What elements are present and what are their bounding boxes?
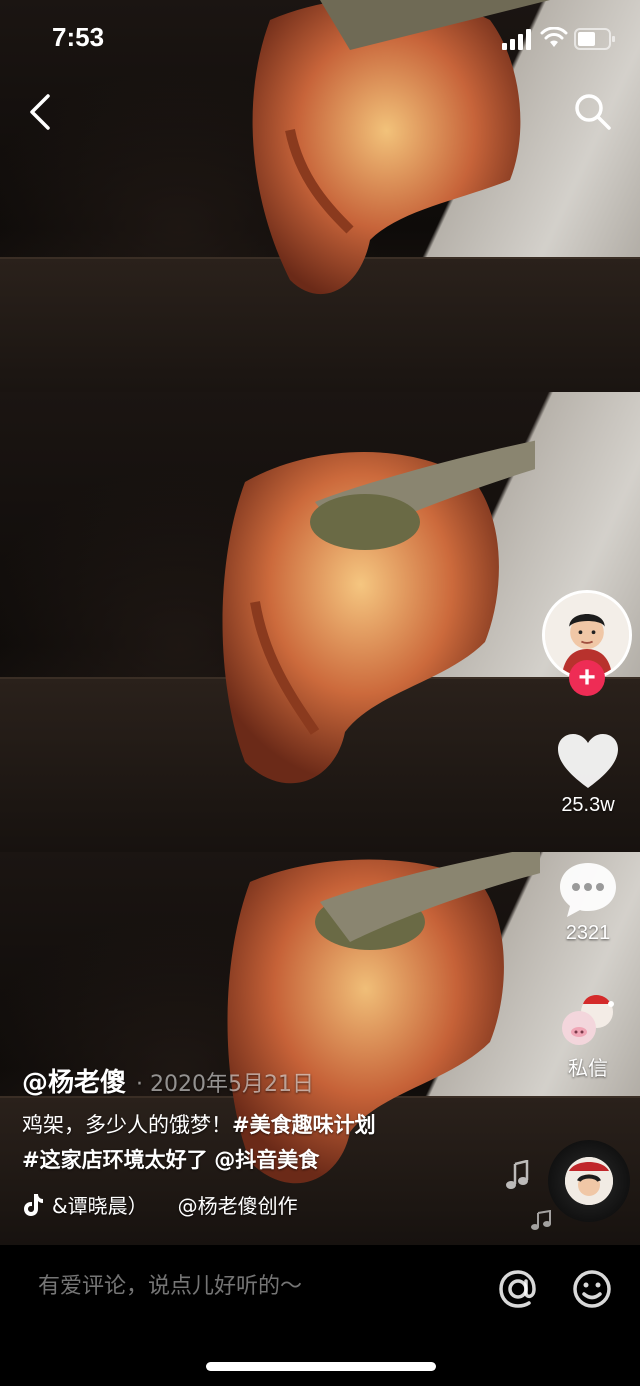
- status-bar: 7:53: [0, 0, 640, 80]
- search-icon[interactable]: [573, 92, 613, 132]
- home-indicator: [206, 1362, 436, 1371]
- music-creator: @杨老傻创作: [177, 1194, 298, 1218]
- heart-icon: [558, 734, 618, 788]
- like-button[interactable]: 25.3w: [540, 732, 636, 817]
- music-note-icon: [506, 1160, 529, 1189]
- like-count: 25.3w: [561, 794, 615, 816]
- comment-button[interactable]: 2321: [540, 860, 636, 945]
- comment-bar: [0, 1245, 640, 1386]
- cellular-signal-icon: [502, 29, 531, 50]
- music-title: &谭晓晨）: [52, 1194, 148, 1218]
- video-description: 鸡架，多少人的饿梦！#美食趣味计划 #这家店环境太好了 @抖音美食: [22, 1108, 522, 1178]
- emoji-icon[interactable]: [570, 1267, 614, 1311]
- status-time: 7:53: [52, 22, 105, 52]
- post-date: · 2020年5月21日: [136, 1072, 314, 1097]
- friend-avatars-icon: [562, 995, 614, 1045]
- author-line: @杨老傻 · 2020年5月21日: [22, 1062, 314, 1099]
- music-cover-avatar: [565, 1157, 613, 1205]
- mention-link[interactable]: @抖音美食: [214, 1148, 319, 1172]
- back-icon[interactable]: [24, 92, 58, 132]
- comment-input[interactable]: [38, 1273, 478, 1299]
- author-name[interactable]: @杨老傻: [22, 1068, 126, 1098]
- music-note-icon: [531, 1210, 551, 1230]
- follow-button[interactable]: +: [569, 660, 605, 696]
- private-message-label: 私信: [568, 1058, 608, 1080]
- comment-bubble-icon: [560, 863, 616, 917]
- wifi-icon: [540, 27, 568, 47]
- comment-count: 2321: [565, 922, 611, 944]
- music-disc[interactable]: [548, 1140, 630, 1222]
- battery-icon: [574, 28, 615, 50]
- hashtag-link[interactable]: #美食趣味计划: [232, 1113, 376, 1137]
- private-message-button[interactable]: 私信: [540, 990, 636, 1081]
- tiktok-icon: [24, 1193, 43, 1216]
- at-icon[interactable]: [496, 1267, 540, 1311]
- music-info[interactable]: &谭晓晨） @杨老傻创作: [22, 1190, 298, 1219]
- grilled-chicken-image: [222, 440, 535, 784]
- description-text: 鸡架，多少人的饿梦！: [22, 1113, 232, 1137]
- author-avatar-group[interactable]: +: [542, 590, 634, 696]
- hashtag-link[interactable]: #这家店环境太好了: [22, 1148, 208, 1172]
